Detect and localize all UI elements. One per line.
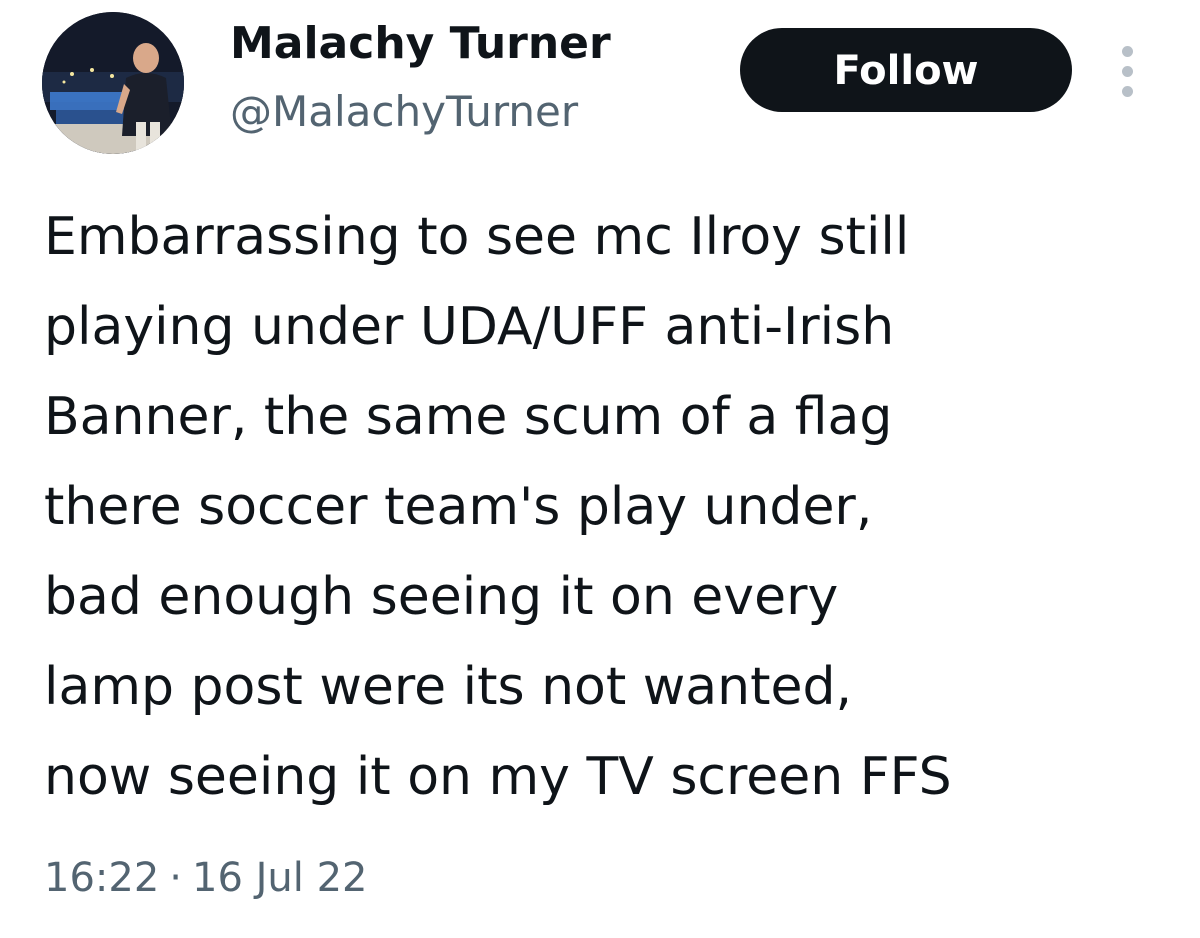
author-name[interactable]: Malachy Turner: [230, 14, 611, 74]
more-dot: [1122, 46, 1133, 57]
more-dot: [1122, 66, 1133, 77]
follow-button[interactable]: Follow: [740, 28, 1072, 112]
more-vertical-icon[interactable]: [1108, 40, 1148, 104]
avatar-image: [42, 12, 184, 154]
tweet-line: there soccer team's play under,: [44, 477, 873, 537]
tweet-card: Malachy Turner @MalachyTurner Follow Emb…: [0, 0, 1200, 938]
avatar[interactable]: [42, 12, 184, 154]
tweet-date: 16 Jul 22: [192, 855, 368, 901]
tweet-line: Banner, the same scum of a flag: [44, 387, 893, 447]
meta-separator: ·: [169, 855, 182, 901]
tweet-line: lamp post were its not wanted,: [44, 657, 853, 717]
tweet-line: bad enough seeing it on every: [44, 567, 839, 627]
tweet-line: Embarrassing to see mc Ilroy still: [44, 207, 910, 267]
tweet-timestamp[interactable]: 16:22 · 16 Jul 22: [44, 848, 368, 908]
author-handle[interactable]: @MalachyTurner: [230, 84, 578, 140]
tweet-line: playing under UDA/UFF anti-Irish: [44, 297, 895, 357]
more-dot: [1122, 86, 1133, 97]
tweet-text: Embarrassing to see mc Ilroy still playi…: [44, 192, 1174, 822]
tweet-time: 16:22: [44, 855, 160, 901]
tweet-line: now seeing it on my TV screen FFS: [44, 747, 952, 807]
